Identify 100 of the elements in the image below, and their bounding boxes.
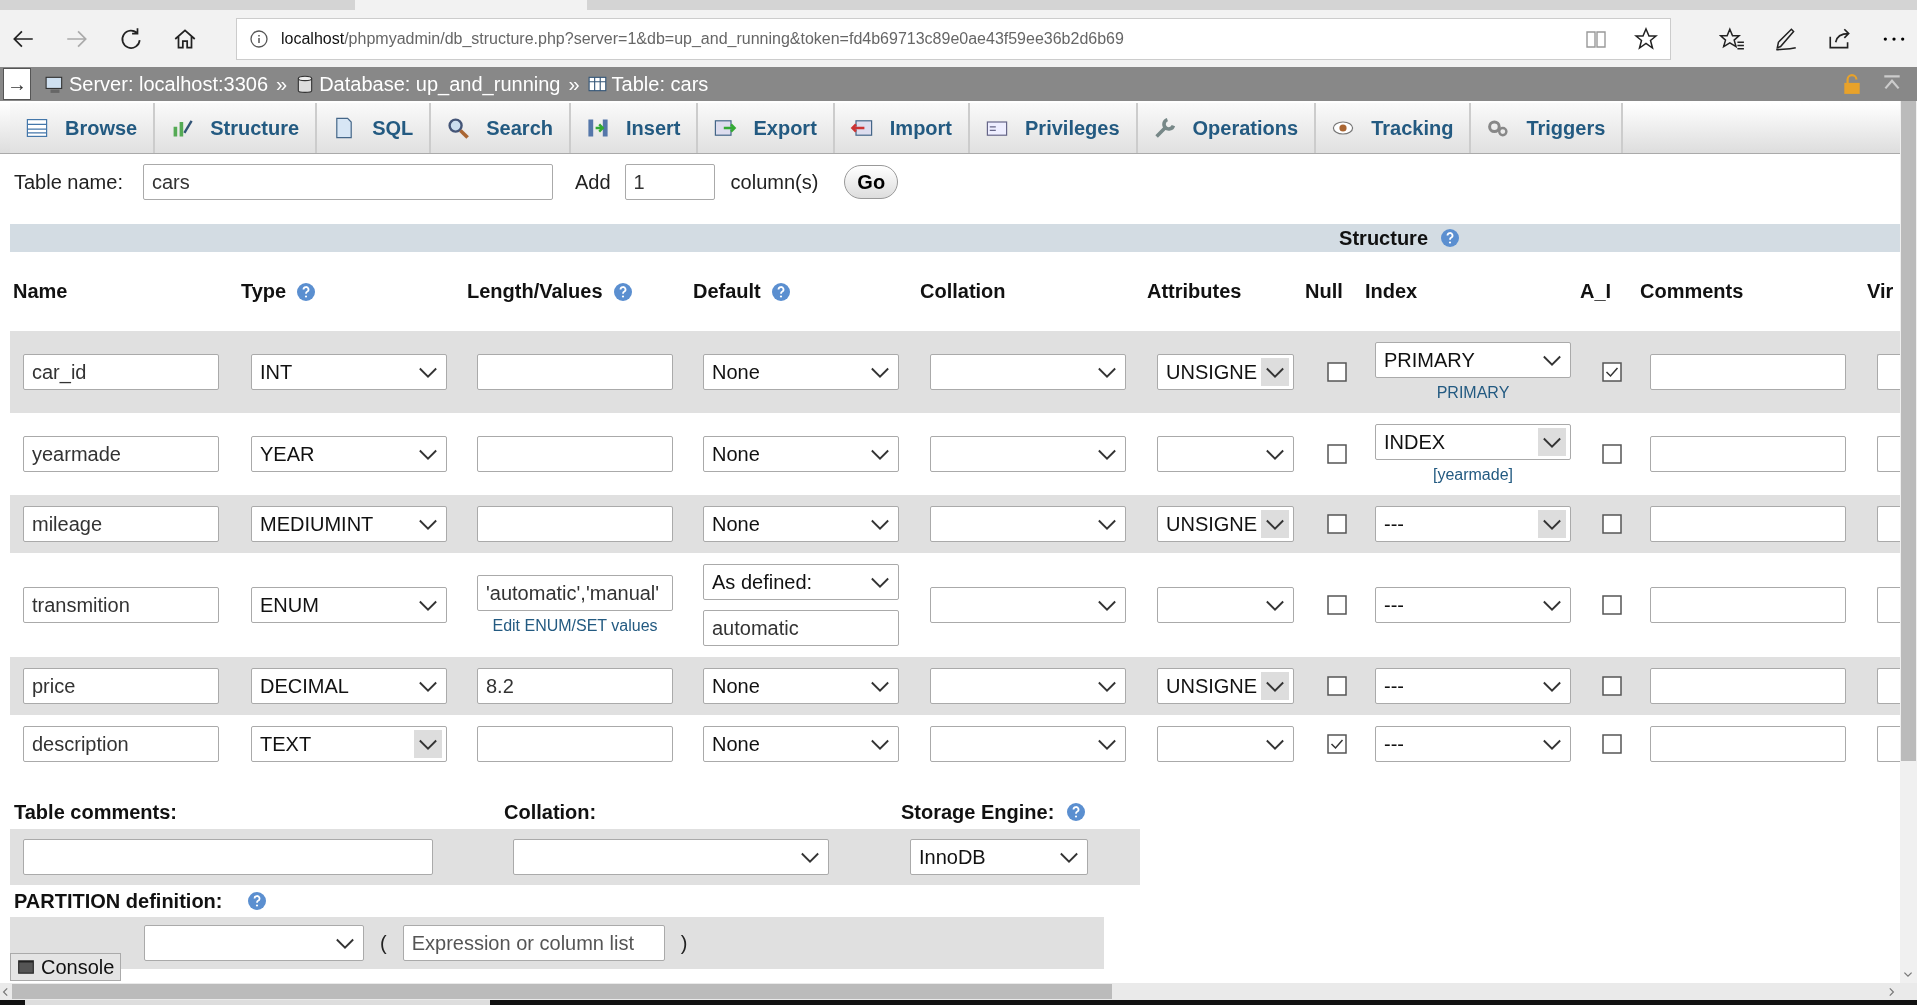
length-field[interactable]: 'automatic','manual' [477, 575, 673, 611]
column-name-field[interactable]: car_id [23, 354, 219, 390]
index-select[interactable]: --- [1375, 668, 1571, 704]
attributes-select[interactable]: UNSIGNE [1157, 668, 1294, 704]
default-select[interactable]: None [703, 506, 899, 542]
auto-increment-checkbox[interactable] [1602, 514, 1622, 534]
tab[interactable]: Structure [155, 103, 318, 153]
auto-increment-checkbox[interactable] [1602, 444, 1622, 464]
table-comments-field[interactable] [23, 839, 433, 875]
column-name-field[interactable]: price [23, 668, 219, 704]
help-icon[interactable] [1066, 802, 1087, 822]
help-icon[interactable] [296, 281, 317, 302]
help-icon[interactable] [770, 281, 791, 302]
null-checkbox[interactable] [1327, 676, 1347, 696]
attributes-select[interactable] [1157, 726, 1294, 762]
length-field[interactable]: 8.2 [477, 668, 673, 704]
tab[interactable]: Privileges [970, 103, 1138, 153]
toggle-button[interactable]: → [3, 68, 31, 100]
length-field[interactable] [477, 436, 673, 472]
type-select[interactable]: ENUM [251, 587, 447, 623]
index-select[interactable]: --- [1375, 506, 1571, 542]
default-value-field[interactable]: automatic [703, 610, 899, 646]
default-select[interactable]: None [703, 668, 899, 704]
type-select[interactable]: TEXT [251, 726, 447, 762]
length-field[interactable] [477, 354, 673, 390]
comments-field[interactable] [1650, 506, 1846, 542]
auto-increment-checkbox[interactable] [1602, 676, 1622, 696]
comments-field[interactable] [1650, 668, 1846, 704]
collation-select[interactable] [930, 668, 1126, 704]
index-select[interactable]: INDEX [1375, 424, 1571, 460]
auto-increment-checkbox[interactable] [1602, 734, 1622, 754]
null-checkbox[interactable] [1327, 514, 1347, 534]
index-link[interactable]: PRIMARY [1375, 384, 1571, 402]
column-name-field[interactable]: yearmade [23, 436, 219, 472]
help-icon[interactable] [246, 891, 267, 911]
tab[interactable]: Triggers [1471, 103, 1624, 153]
default-select[interactable]: None [703, 354, 899, 390]
lock-icon[interactable] [1841, 73, 1863, 95]
null-checkbox[interactable] [1327, 734, 1347, 754]
column-name-field[interactable]: mileage [23, 506, 219, 542]
vertical-scrollbar[interactable] [1900, 101, 1917, 983]
tab[interactable]: Operations [1137, 103, 1317, 153]
tab[interactable]: Tracking [1316, 103, 1472, 153]
comments-field[interactable] [1650, 726, 1846, 762]
default-select[interactable]: None [703, 726, 899, 762]
go-button[interactable]: Go [844, 165, 899, 199]
null-checkbox[interactable] [1327, 595, 1347, 615]
collation-select[interactable] [513, 839, 829, 875]
comments-field[interactable] [1650, 587, 1846, 623]
tab[interactable]: Export [698, 103, 835, 153]
type-select[interactable]: MEDIUMINT [251, 506, 447, 542]
partition-by-select[interactable] [144, 925, 364, 961]
attributes-select[interactable]: UNSIGNE [1157, 506, 1294, 542]
attributes-select[interactable] [1157, 436, 1294, 472]
help-icon[interactable] [612, 281, 633, 302]
length-field[interactable] [477, 726, 673, 762]
tab[interactable]: Search [431, 103, 571, 153]
length-field[interactable] [477, 506, 673, 542]
type-select[interactable]: DECIMAL [251, 668, 447, 704]
default-select[interactable]: As defined: [703, 564, 899, 600]
tab[interactable]: Import [834, 103, 971, 153]
auto-increment-checkbox[interactable] [1602, 595, 1622, 615]
type-select[interactable]: YEAR [251, 436, 447, 472]
type-select[interactable]: INT [251, 354, 447, 390]
collation-select[interactable] [930, 436, 1126, 472]
attributes-select[interactable] [1157, 587, 1294, 623]
partition-expression-field[interactable]: Expression or column list [402, 925, 665, 961]
column-name-field[interactable]: description [23, 726, 219, 762]
collation-select[interactable] [930, 354, 1126, 390]
horizontal-scrollbar[interactable] [0, 983, 1917, 1000]
column-name-field[interactable]: transmition [23, 587, 219, 623]
auto-increment-checkbox[interactable] [1602, 362, 1622, 382]
breadcrumb-link[interactable]: Server: localhost:3306 [69, 72, 268, 96]
column-count-field[interactable]: 1 [624, 164, 715, 200]
comments-field[interactable] [1650, 436, 1846, 472]
collation-select[interactable] [930, 726, 1126, 762]
edit-values-link[interactable]: Edit ENUM/SET values [477, 617, 673, 635]
breadcrumb-link[interactable]: Database: up_and_running [319, 72, 561, 96]
index-select[interactable]: PRIMARY [1375, 342, 1571, 378]
favorites-icon[interactable] [1719, 25, 1745, 52]
index-select[interactable]: --- [1375, 726, 1571, 762]
star-icon[interactable] [1634, 26, 1658, 51]
tab[interactable]: Insert [571, 103, 699, 153]
table-name-field[interactable]: cars [142, 164, 553, 200]
breadcrumb-link[interactable]: Table: cars [611, 72, 709, 96]
storage-engine-select[interactable]: InnoDB [910, 839, 1088, 875]
tab[interactable]: SQL [317, 103, 432, 153]
null-checkbox[interactable] [1327, 444, 1347, 464]
index-link[interactable]: [yearmade] [1375, 466, 1571, 484]
comments-field[interactable] [1650, 354, 1846, 390]
index-select[interactable]: --- [1375, 587, 1571, 623]
help-icon[interactable] [1440, 228, 1460, 248]
default-select[interactable]: None [703, 436, 899, 472]
collation-select[interactable] [930, 506, 1126, 542]
tab[interactable]: Browse [10, 103, 156, 153]
address-bar[interactable]: localhost/phpmyadmin/db_structure.php?server=1&db=up_and_running&token=fd4b69713c89e0ae43f59ee36b2d6b69 [236, 17, 1671, 60]
console-button[interactable]: Console [10, 953, 122, 981]
pen-icon[interactable] [1773, 25, 1799, 52]
null-checkbox[interactable] [1327, 362, 1347, 382]
collation-select[interactable] [930, 587, 1126, 623]
